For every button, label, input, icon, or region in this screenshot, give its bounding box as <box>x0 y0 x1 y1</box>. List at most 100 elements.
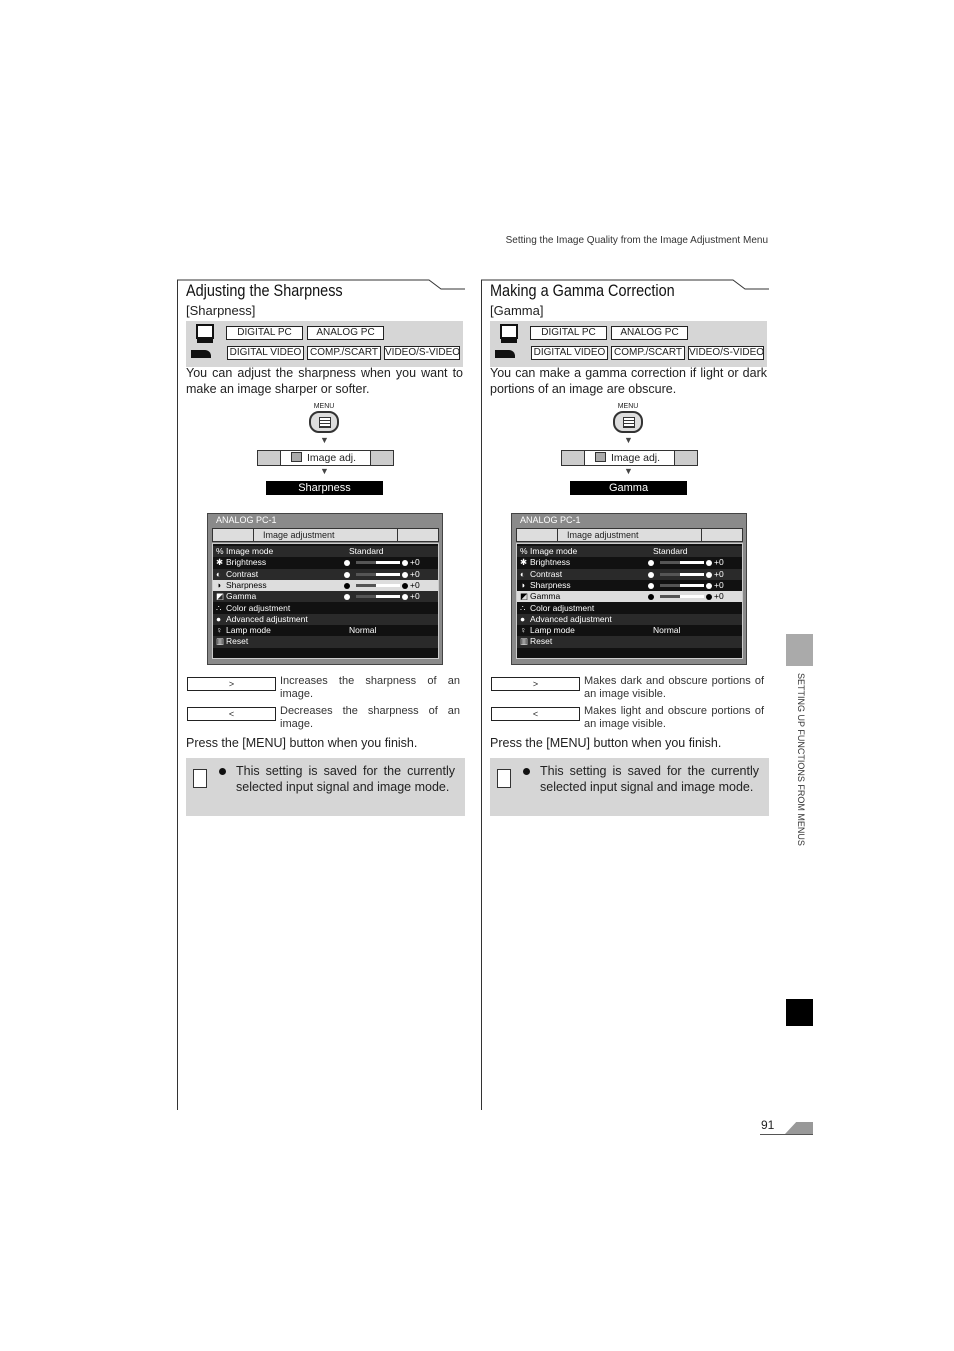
row-value: Normal <box>349 625 377 636</box>
tab-icon-left <box>258 451 281 465</box>
menu-tab-bar: Image adj. <box>561 450 698 466</box>
down-arrow-icon: ▼ <box>320 435 329 445</box>
row-label: Advanced adjustment <box>226 613 308 624</box>
menu-button[interactable]: MENU <box>309 403 339 433</box>
tab-icon-right <box>370 451 393 465</box>
row-slider[interactable] <box>356 595 400 599</box>
row-slider[interactable] <box>356 583 400 587</box>
screen-row[interactable]: ◩ Gamma +0 <box>517 591 742 603</box>
tab-image-adj: Image adj. <box>585 451 674 465</box>
screen-row[interactable]: ▥ Reset <box>213 636 438 648</box>
section-subtitle: [Sharpness] <box>186 303 256 318</box>
input-signal-panel: DIGITAL PC ANALOG PC DIGITAL VIDEO COMP./SC… <box>186 321 463 367</box>
screen-row[interactable]: ◐ Contrast +0 <box>517 568 742 580</box>
screen-row[interactable]: ◐ Contrast +0 <box>213 568 438 580</box>
row-label: Image mode <box>530 546 578 556</box>
row-value: +0 <box>714 568 724 579</box>
input-badge: DIGITAL PC <box>530 326 607 340</box>
key-left-button[interactable]: < <box>491 707 580 721</box>
row-value: +0 <box>410 568 420 579</box>
page-number: 91 <box>761 1118 775 1132</box>
screen-source: ANALOG PC-1 <box>216 515 277 525</box>
screen-tab-left <box>213 529 254 541</box>
row-icon: ▥ <box>520 636 529 647</box>
note-box: This setting is saved for the currently … <box>490 758 769 816</box>
screen-tabs: Image adjustment <box>212 528 439 542</box>
screen-row[interactable]: ◑ Sharpness +0 <box>213 579 438 592</box>
slider-min-icon <box>344 560 350 567</box>
tab-label: Image adj. <box>611 452 661 464</box>
screen-row[interactable]: % Image mode Standard <box>213 546 438 558</box>
screen-row[interactable]: ▥ Reset <box>517 636 742 648</box>
row-label: Sharpness <box>226 579 267 590</box>
pc-icon <box>500 324 518 339</box>
row-icon: ✱ <box>216 557 224 568</box>
screen-row[interactable]: ● Advanced adjustment <box>517 613 742 626</box>
screen-tab-active: Image adjustment <box>567 530 639 540</box>
image-adj-icon <box>595 452 606 462</box>
column-rule <box>481 280 482 1110</box>
row-slider[interactable] <box>660 572 704 576</box>
screen-row[interactable]: ✱ Brightness +0 <box>517 557 742 568</box>
key-right-button[interactable]: > <box>491 677 580 691</box>
input-badge: COMP./SCART <box>307 346 381 360</box>
screen-row[interactable]: ◩ Gamma +0 <box>213 591 438 603</box>
slider-fill <box>660 561 680 565</box>
screen-row[interactable]: ♀ Lamp mode Normal <box>213 625 438 636</box>
slider-max-icon <box>706 594 712 601</box>
section-subtitle: [Gamma] <box>490 303 544 318</box>
input-badge: VIDEO/S-VIDEO <box>688 346 765 360</box>
row-slider[interactable] <box>660 561 704 565</box>
menu-button[interactable]: MENU <box>613 403 643 433</box>
slider-max-icon <box>706 571 712 578</box>
menu-screenshot: ANALOG PC-1 Image adjustment % Image mode St… <box>207 513 443 665</box>
row-label: Reset <box>226 636 249 647</box>
row-label: Brightness <box>530 557 571 568</box>
input-badge: VIDEO/S-VIDEO <box>384 346 461 360</box>
image-adj-icon <box>291 452 302 462</box>
section-title: Adjusting the Sharpness <box>186 281 343 300</box>
row-label: Brightness <box>226 557 267 568</box>
row-icon: ◑ <box>216 579 222 590</box>
note-icon <box>497 769 511 788</box>
screen-tabs: Image adjustment <box>516 528 743 542</box>
screen-row[interactable]: ∴ Color adjustment <box>517 603 742 614</box>
menu-icon <box>613 411 643 433</box>
section-sharpness: Adjusting the Sharpness [Sharpness] DIGITA… <box>177 0 477 1351</box>
page-number-rule <box>760 1134 813 1135</box>
key-left-button[interactable]: < <box>187 707 276 721</box>
screen-row[interactable]: ✱ Brightness +0 <box>213 557 438 568</box>
screen-row[interactable]: ◑ Sharpness +0 <box>517 580 742 591</box>
screen-row[interactable]: ♀ Lamp mode Normal <box>517 625 742 636</box>
tab-icon-left <box>562 451 585 465</box>
key-right-button[interactable]: > <box>187 677 276 691</box>
row-slider[interactable] <box>660 583 704 587</box>
row-icon: ▥ <box>216 636 225 647</box>
screen-row[interactable]: ∴ Color adjustment <box>213 603 438 614</box>
row-label: Gamma <box>226 591 257 602</box>
slider-fill <box>356 595 376 599</box>
row-slider[interactable] <box>356 561 400 565</box>
screen-tab-left <box>517 529 558 541</box>
input-badge: ANALOG PC <box>611 326 688 340</box>
key-description: Makes light and obscure portions of an i… <box>584 705 764 730</box>
row-slider[interactable] <box>660 595 704 599</box>
screen-row[interactable]: % Image mode Standard <box>517 546 742 558</box>
side-tab-black <box>786 999 813 1026</box>
key-description: Decreases the sharpness of an image. <box>280 705 460 730</box>
row-slider[interactable] <box>356 572 400 576</box>
row-label: Color adjustment <box>226 602 291 613</box>
row-value: +0 <box>410 579 420 590</box>
side-tab-gray <box>786 634 813 666</box>
row-label: Lamp mode <box>530 625 575 636</box>
menu-label: MENU <box>313 403 335 410</box>
row-icon: ● <box>520 613 526 624</box>
row-icon: ◩ <box>520 591 529 602</box>
slider-min-icon <box>648 582 654 589</box>
row-label: Color adjustment <box>530 602 595 613</box>
screen-row[interactable]: ● Advanced adjustment <box>213 613 438 626</box>
note-box: This setting is saved for the currently … <box>186 758 465 816</box>
slider-min-icon <box>344 582 350 589</box>
slider-max-icon <box>402 571 408 578</box>
screen-tab-active: Image adjustment <box>263 530 335 540</box>
